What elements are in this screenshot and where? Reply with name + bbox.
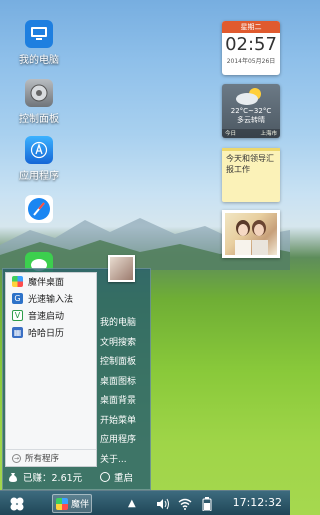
sticky-note-text: 今天和领导汇报工作: [226, 154, 274, 174]
start-link-control-panel[interactable]: 控制面板: [100, 353, 150, 373]
quick-launch-icon: V: [12, 310, 23, 321]
all-programs-button[interactable]: → 所有程序: [6, 449, 96, 466]
desktop-icon-label: 我的电脑: [19, 55, 59, 66]
taskbar: 魔伴 ▲ 17:12:32: [0, 490, 290, 515]
weather-temperature: 22°C~32°C: [230, 107, 272, 115]
input-method-icon: G: [12, 293, 23, 304]
earnings-display[interactable]: 已赚：2.61元: [5, 470, 82, 484]
avatar[interactable]: [108, 255, 135, 282]
desktop-icon-applications[interactable]: 应用程序: [6, 136, 72, 182]
arrow-right-icon: →: [12, 453, 21, 463]
taskbar-app-label: 魔伴: [71, 500, 90, 510]
control-panel-icon: [25, 79, 53, 107]
start-menu-item-input-method[interactable]: G 光速输入法: [6, 290, 96, 307]
desktop-icon-control-panel[interactable]: 控制面板: [6, 79, 72, 125]
tray-expand-arrow-icon[interactable]: ▲: [128, 495, 136, 512]
sun-cloud-icon: [236, 88, 261, 105]
calendar-date: 2014年05月26日: [226, 58, 276, 65]
weather-city: 上海市: [260, 131, 277, 137]
start-menu-item-label: 魔伴桌面: [28, 278, 65, 288]
taskbar-clock: 17:12:32: [232, 496, 282, 509]
desktop-icon-label: 应用程序: [19, 171, 59, 182]
calendar-app-icon: ▦: [12, 327, 23, 338]
desktop-icon-label: 控制面板: [19, 114, 59, 125]
start-link-my-computer[interactable]: 我的电脑: [100, 314, 150, 334]
start-menu-item-label: 光速输入法: [28, 295, 74, 305]
photo-frame-icon: [225, 213, 277, 255]
restart-button[interactable]: 重启: [100, 470, 133, 484]
start-menu: 魔伴桌面 G 光速输入法 V 音速启动 ▦ 哈哈日历 → 所有程序 我的电脑 文…: [2, 255, 151, 490]
battery-icon[interactable]: [202, 495, 212, 512]
earnings-text: 已赚：2.61元: [23, 473, 83, 484]
start-link-desktop-background[interactable]: 桌面背景: [100, 392, 150, 412]
moban-app-icon: [56, 497, 68, 510]
photo-frame-widget[interactable]: [222, 210, 280, 258]
start-link-applications[interactable]: 应用程序: [100, 431, 150, 451]
restart-label: 重启: [114, 473, 134, 484]
start-link-start-menu[interactable]: 开始菜单: [100, 412, 150, 432]
start-menu-item-calendar[interactable]: ▦ 哈哈日历: [6, 324, 96, 341]
money-bag-icon: [9, 473, 17, 482]
weather-condition: 多云转晴: [237, 116, 265, 124]
weather-widget[interactable]: 22°C~32°C 多云转晴 今日 上海市: [222, 84, 280, 138]
desktop-icon-my-computer[interactable]: 我的电脑: [6, 20, 72, 66]
start-menu-item-moban-desktop[interactable]: 魔伴桌面: [6, 273, 96, 290]
start-menu-footer: 已赚：2.61元 重启: [5, 467, 148, 487]
start-menu-links: 我的电脑 文明搜索 控制面板 桌面图标 桌面背景 开始菜单 应用程序 关于...: [100, 314, 150, 470]
moban-desktop-icon: [12, 276, 23, 287]
weather-today-label: 今日: [225, 131, 237, 137]
wifi-icon[interactable]: [178, 495, 192, 512]
sticky-note-widget[interactable]: 今天和领导汇报工作: [222, 148, 280, 202]
volume-icon[interactable]: [156, 495, 170, 512]
start-menu-item-quick-launch[interactable]: V 音速启动: [6, 307, 96, 324]
taskbar-app-moban[interactable]: 魔伴: [52, 494, 92, 513]
power-icon: [100, 472, 110, 482]
app-store-icon: [25, 136, 53, 164]
all-programs-label: 所有程序: [25, 454, 60, 464]
start-link-search[interactable]: 文明搜索: [100, 334, 150, 354]
start-menu-item-label: 哈哈日历: [28, 329, 65, 339]
desktop-icon-safari[interactable]: [6, 195, 72, 226]
clover-start-icon: [10, 497, 24, 510]
start-link-desktop-icons[interactable]: 桌面图标: [100, 373, 150, 393]
widget-clock-time: 02:57: [225, 34, 277, 55]
calendar-weekday: 星期二: [222, 21, 280, 33]
my-computer-icon: [25, 20, 53, 48]
clock-calendar-widget[interactable]: 星期二 02:57 2014年05月26日: [222, 21, 280, 75]
safari-icon: [25, 195, 53, 223]
start-menu-app-list: 魔伴桌面 G 光速输入法 V 音速启动 ▦ 哈哈日历 → 所有程序: [5, 272, 97, 467]
start-menu-item-label: 音速启动: [28, 312, 65, 322]
weather-footer: 今日 上海市: [222, 129, 280, 138]
start-button[interactable]: [8, 495, 26, 512]
